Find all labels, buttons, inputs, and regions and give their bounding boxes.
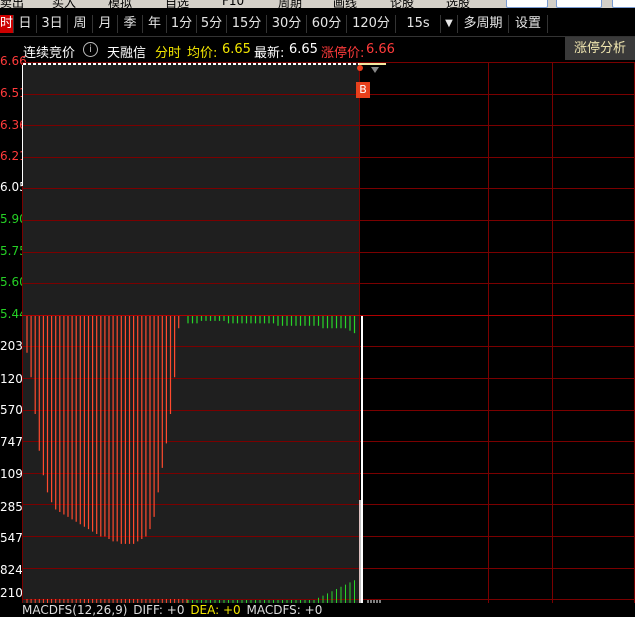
price-axis-label: 6.36 [0, 118, 27, 132]
auction-status: 连续竞价 [23, 46, 76, 61]
menu-item-f10[interactable]: F10 [222, 0, 244, 8]
period-toolbar: 时 日 3日 周 月 季 年 1分 5分 15分 30分 60分 120分 15… [0, 12, 635, 37]
price-axis-label: 5.44 [0, 307, 27, 321]
menu-item-draw[interactable]: 画线 [333, 0, 357, 8]
period-day[interactable]: 日 [14, 15, 37, 33]
macd-dea: DEA: +0 [190, 603, 241, 617]
macd-axis-label: 109 [0, 467, 23, 481]
period-hour[interactable]: 时 [0, 15, 14, 33]
price-axis-label: 6.66 [0, 54, 27, 68]
period-120min[interactable]: 120分 [347, 15, 396, 33]
limit-analysis-button[interactable]: 涨停分析 [565, 37, 635, 60]
limit-price-value: 6.66 [366, 42, 395, 57]
period-30min[interactable]: 30分 [267, 15, 307, 33]
avg-price-label: 均价: [187, 46, 218, 61]
price-axis-label: 6.21 [0, 149, 27, 163]
period-1min[interactable]: 1分 [167, 15, 197, 33]
macd-axis-label: 570 [0, 403, 23, 417]
intraday-chart[interactable] [22, 62, 635, 603]
period-60min[interactable]: 60分 [307, 15, 347, 33]
macd-axis-label: 285 [0, 500, 23, 514]
menu-item-screener[interactable]: 选股 [446, 0, 470, 8]
macd-value: MACDFS: +0 [246, 603, 323, 617]
caret-down-icon[interactable]: ▼ [441, 15, 458, 33]
macd-legend: MACDFS(12,26,9) DIFF: +0 DEA: +0 MACDFS:… [22, 603, 635, 617]
price-axis-label: 5.90 [0, 212, 27, 226]
price-axis-label: 5.75 [0, 244, 27, 258]
settings-button[interactable]: 设置 [509, 15, 548, 33]
menu-item-simulate[interactable]: 模拟 [108, 0, 132, 8]
period-month[interactable]: 月 [93, 15, 118, 33]
period-3day[interactable]: 3日 [37, 15, 68, 33]
period-year[interactable]: 年 [143, 15, 167, 33]
period-quarter[interactable]: 季 [118, 15, 143, 33]
stock-name: 天融信 [107, 46, 147, 61]
period-15s[interactable]: 15s [396, 15, 441, 33]
limit-price-label: 涨停价: [321, 46, 365, 61]
price-axis-label: 5.60 [0, 275, 27, 289]
multi-period-button[interactable]: 多周期 [458, 15, 509, 33]
top-button-1[interactable] [506, 0, 548, 8]
price-dot [357, 65, 363, 71]
macd-axis-label: 1208 [0, 372, 31, 386]
macd-axis-label: 210 [0, 586, 23, 600]
price-axis-label: 6.51 [0, 86, 27, 100]
menu-item-watchlist[interactable]: 自选 [165, 0, 189, 8]
macd-axis-label: 547 [0, 531, 23, 545]
price-arrow [371, 67, 379, 73]
menu-item-sell[interactable]: 卖出 [0, 0, 24, 8]
info-circle-icon[interactable]: i [83, 42, 98, 57]
quote-info-bar: 连续竞价 i 天融信 分时 均价: 6.65 最新: 6.65 涨停价: 6.6… [0, 37, 635, 61]
price-axis-label: 6.05 [0, 180, 27, 194]
menu-item-discuss[interactable]: 论股 [390, 0, 414, 8]
buy-marker[interactable]: B [356, 82, 370, 98]
macd-axis-label: 747 [0, 435, 23, 449]
chart-mode: 分时 [155, 46, 182, 61]
top-button-3[interactable] [612, 0, 635, 8]
macd-axis-label: 2032 [0, 339, 31, 353]
macd-axis-label: 824 [0, 563, 23, 577]
latest-price-label: 最新: [254, 46, 285, 61]
period-15min[interactable]: 15分 [227, 15, 267, 33]
period-week[interactable]: 周 [68, 15, 93, 33]
latest-price-value: 6.65 [289, 42, 318, 57]
menu-item-period[interactable]: 周期 [278, 0, 302, 8]
menu-item-buy[interactable]: 买入 [52, 0, 76, 8]
macd-name: MACDFS(12,26,9) [22, 603, 128, 617]
top-menu-bar: 卖出 买入 模拟 自选 F10 周期 画线 论股 选股 [0, 0, 635, 8]
period-5min[interactable]: 5分 [197, 15, 227, 33]
top-button-2[interactable] [556, 0, 602, 8]
avg-price-value: 6.65 [222, 42, 251, 57]
macd-diff: DIFF: +0 [133, 603, 185, 617]
